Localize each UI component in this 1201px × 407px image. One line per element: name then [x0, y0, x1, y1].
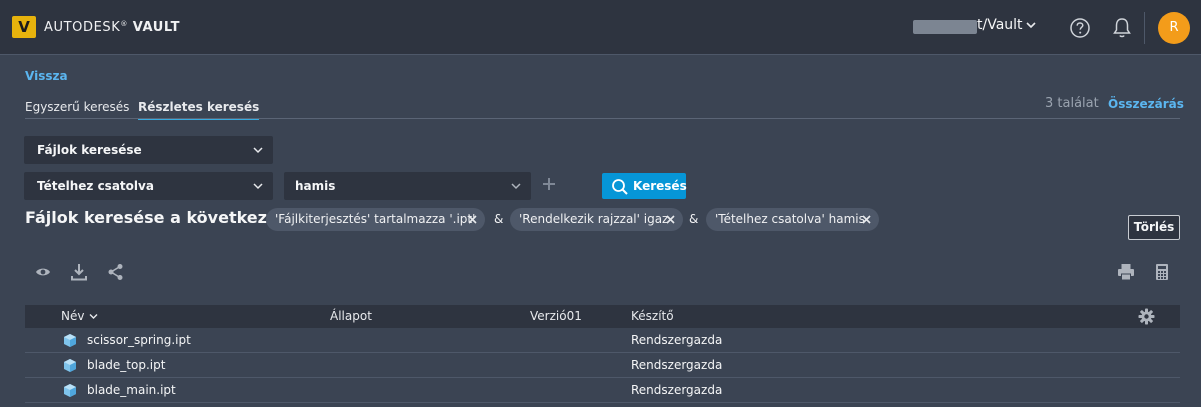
- property-value: Tételhez csatolva: [37, 179, 154, 193]
- results-table: Név Állapot Verzió01 Készítő scissor_spr…: [25, 305, 1180, 407]
- brand-prefix: AUTODESK: [44, 20, 121, 35]
- file-name[interactable]: blade_top.ipt: [87, 358, 165, 372]
- file-name[interactable]: blade_main.ipt: [87, 383, 176, 397]
- tabs-divider: [25, 118, 1180, 119]
- vault-selector[interactable]: t/Vault: [977, 17, 1023, 33]
- share-icon[interactable]: [107, 263, 124, 281]
- criteria-chip: 'Fájlkiterjesztés' tartalmazza '.ipt': [266, 208, 485, 231]
- criteria-chip-label: 'Rendelkezik rajzzal' igaz: [519, 212, 669, 226]
- table-header: Név Állapot Verzió01 Készítő: [25, 305, 1180, 328]
- search-button-label: Keresés: [633, 179, 687, 193]
- column-header-name[interactable]: Név: [61, 309, 98, 323]
- property-dropdown[interactable]: Tételhez csatolva: [24, 172, 273, 200]
- eye-icon[interactable]: [35, 266, 51, 278]
- chevron-down-icon[interactable]: [89, 313, 98, 320]
- vault-name-redacted: [913, 20, 977, 34]
- brand-product: VAULT: [132, 20, 181, 35]
- chevron-down-icon: [253, 183, 263, 190]
- tab-simple-search[interactable]: Egyszerű keresés: [25, 100, 129, 118]
- help-icon[interactable]: [1069, 17, 1091, 39]
- search-button[interactable]: Keresés: [602, 173, 687, 199]
- criteria-chip-label: 'Fájlkiterjesztés' tartalmazza '.ipt': [275, 212, 476, 226]
- close-icon[interactable]: [468, 215, 477, 224]
- column-header-label: Név: [61, 309, 85, 323]
- gear-icon[interactable]: [1138, 308, 1155, 325]
- bell-icon[interactable]: [1112, 16, 1132, 40]
- chevron-down-icon: [253, 147, 263, 154]
- part-file-icon: [64, 384, 76, 397]
- chevron-down-icon[interactable]: [1025, 20, 1037, 30]
- criteria-chip: 'Rendelkezik rajzzal' igaz: [510, 208, 683, 231]
- header-divider: [1144, 12, 1145, 44]
- search-type-dropdown[interactable]: Fájlok keresése: [24, 136, 273, 164]
- table-row[interactable]: scissor_spring.ipt Rendszergazda: [25, 328, 1180, 353]
- calculator-icon[interactable]: [1155, 263, 1169, 281]
- criteria-separator: &: [494, 212, 504, 226]
- clear-button[interactable]: Törlés: [1128, 215, 1180, 240]
- top-bar: V AUTODESK® VAULT t/Vault R: [0, 0, 1201, 55]
- close-icon[interactable]: [666, 215, 675, 224]
- column-header-state[interactable]: Állapot: [330, 309, 372, 323]
- criteria-separator: &: [689, 212, 699, 226]
- column-header-author[interactable]: Készítő: [631, 309, 674, 323]
- file-author: Rendszergazda: [631, 333, 723, 347]
- print-icon[interactable]: [1117, 263, 1135, 281]
- table-row[interactable]: blade_main.ipt Rendszergazda: [25, 378, 1180, 403]
- close-icon[interactable]: [862, 215, 871, 224]
- search-icon: [612, 179, 628, 195]
- criteria-chip-label: 'Tételhez csatolva' hamis: [715, 212, 865, 226]
- result-count: 3 találat: [1045, 96, 1099, 111]
- tab-advanced-search[interactable]: Részletes keresés: [138, 100, 260, 120]
- criteria-chip: 'Tételhez csatolva' hamis: [706, 208, 879, 231]
- download-icon[interactable]: [71, 263, 87, 281]
- value-value: hamis: [295, 179, 336, 193]
- chevron-down-icon: [511, 183, 521, 190]
- table-row[interactable]: blade_top.ipt Rendszergazda: [25, 353, 1180, 378]
- collapse-link[interactable]: Összezárás: [1108, 97, 1184, 111]
- add-criteria-icon[interactable]: [541, 176, 557, 192]
- file-author: Rendszergazda: [631, 358, 723, 372]
- back-link[interactable]: Vissza: [25, 69, 68, 83]
- search-type-value: Fájlok keresése: [37, 143, 142, 157]
- file-name[interactable]: scissor_spring.ipt: [87, 333, 191, 347]
- brand-title: AUTODESK® VAULT: [44, 20, 181, 35]
- value-dropdown[interactable]: hamis: [284, 172, 531, 200]
- vault-logo-icon: V: [12, 16, 36, 38]
- column-header-version[interactable]: Verzió01: [530, 309, 582, 323]
- part-file-icon: [64, 359, 76, 372]
- part-file-icon: [64, 334, 76, 347]
- user-avatar[interactable]: R: [1158, 12, 1190, 44]
- file-author: Rendszergazda: [631, 383, 723, 397]
